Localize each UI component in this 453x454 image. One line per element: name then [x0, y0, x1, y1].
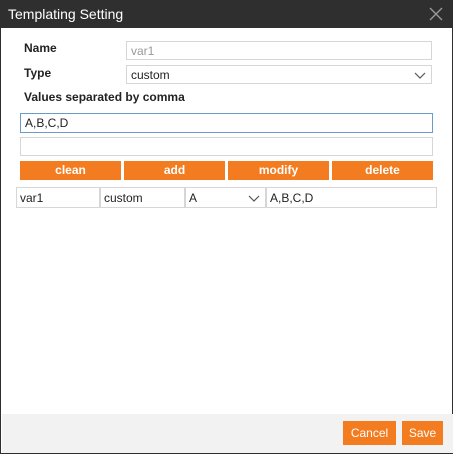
type-select[interactable]: custom [126, 65, 432, 84]
row-name-cell: var1 [16, 187, 100, 208]
dialog-footer: Cancel Save [2, 414, 453, 453]
dialog-title: Templating Setting [8, 6, 124, 22]
clean-button[interactable]: clean [20, 161, 121, 180]
save-button[interactable]: Save [402, 421, 443, 445]
close-icon[interactable] [428, 6, 444, 22]
chevron-down-icon [414, 72, 426, 79]
type-label: Type [24, 66, 52, 80]
modify-button[interactable]: modify [228, 161, 329, 180]
name-label: Name [24, 41, 57, 55]
type-select-value: custom [131, 68, 170, 82]
row-current-value: A [189, 191, 198, 205]
templating-dialog: Templating Setting Name Type custom Valu… [0, 0, 453, 454]
secondary-values-input[interactable] [20, 137, 433, 156]
row-current-value-select[interactable]: A [185, 187, 266, 208]
chevron-down-icon [248, 195, 260, 202]
row-values-cell: A,B,C,D [266, 187, 437, 208]
dialog-titlebar: Templating Setting [1, 1, 452, 28]
delete-button[interactable]: delete [332, 161, 433, 180]
add-button[interactable]: add [124, 161, 225, 180]
cancel-button[interactable]: Cancel [343, 421, 396, 445]
name-input[interactable] [126, 41, 432, 60]
values-input[interactable] [20, 113, 433, 133]
row-type-cell: custom [100, 187, 185, 208]
table-row[interactable]: var1 custom A A,B,C,D [16, 187, 437, 208]
values-label: Values separated by comma [24, 90, 185, 104]
